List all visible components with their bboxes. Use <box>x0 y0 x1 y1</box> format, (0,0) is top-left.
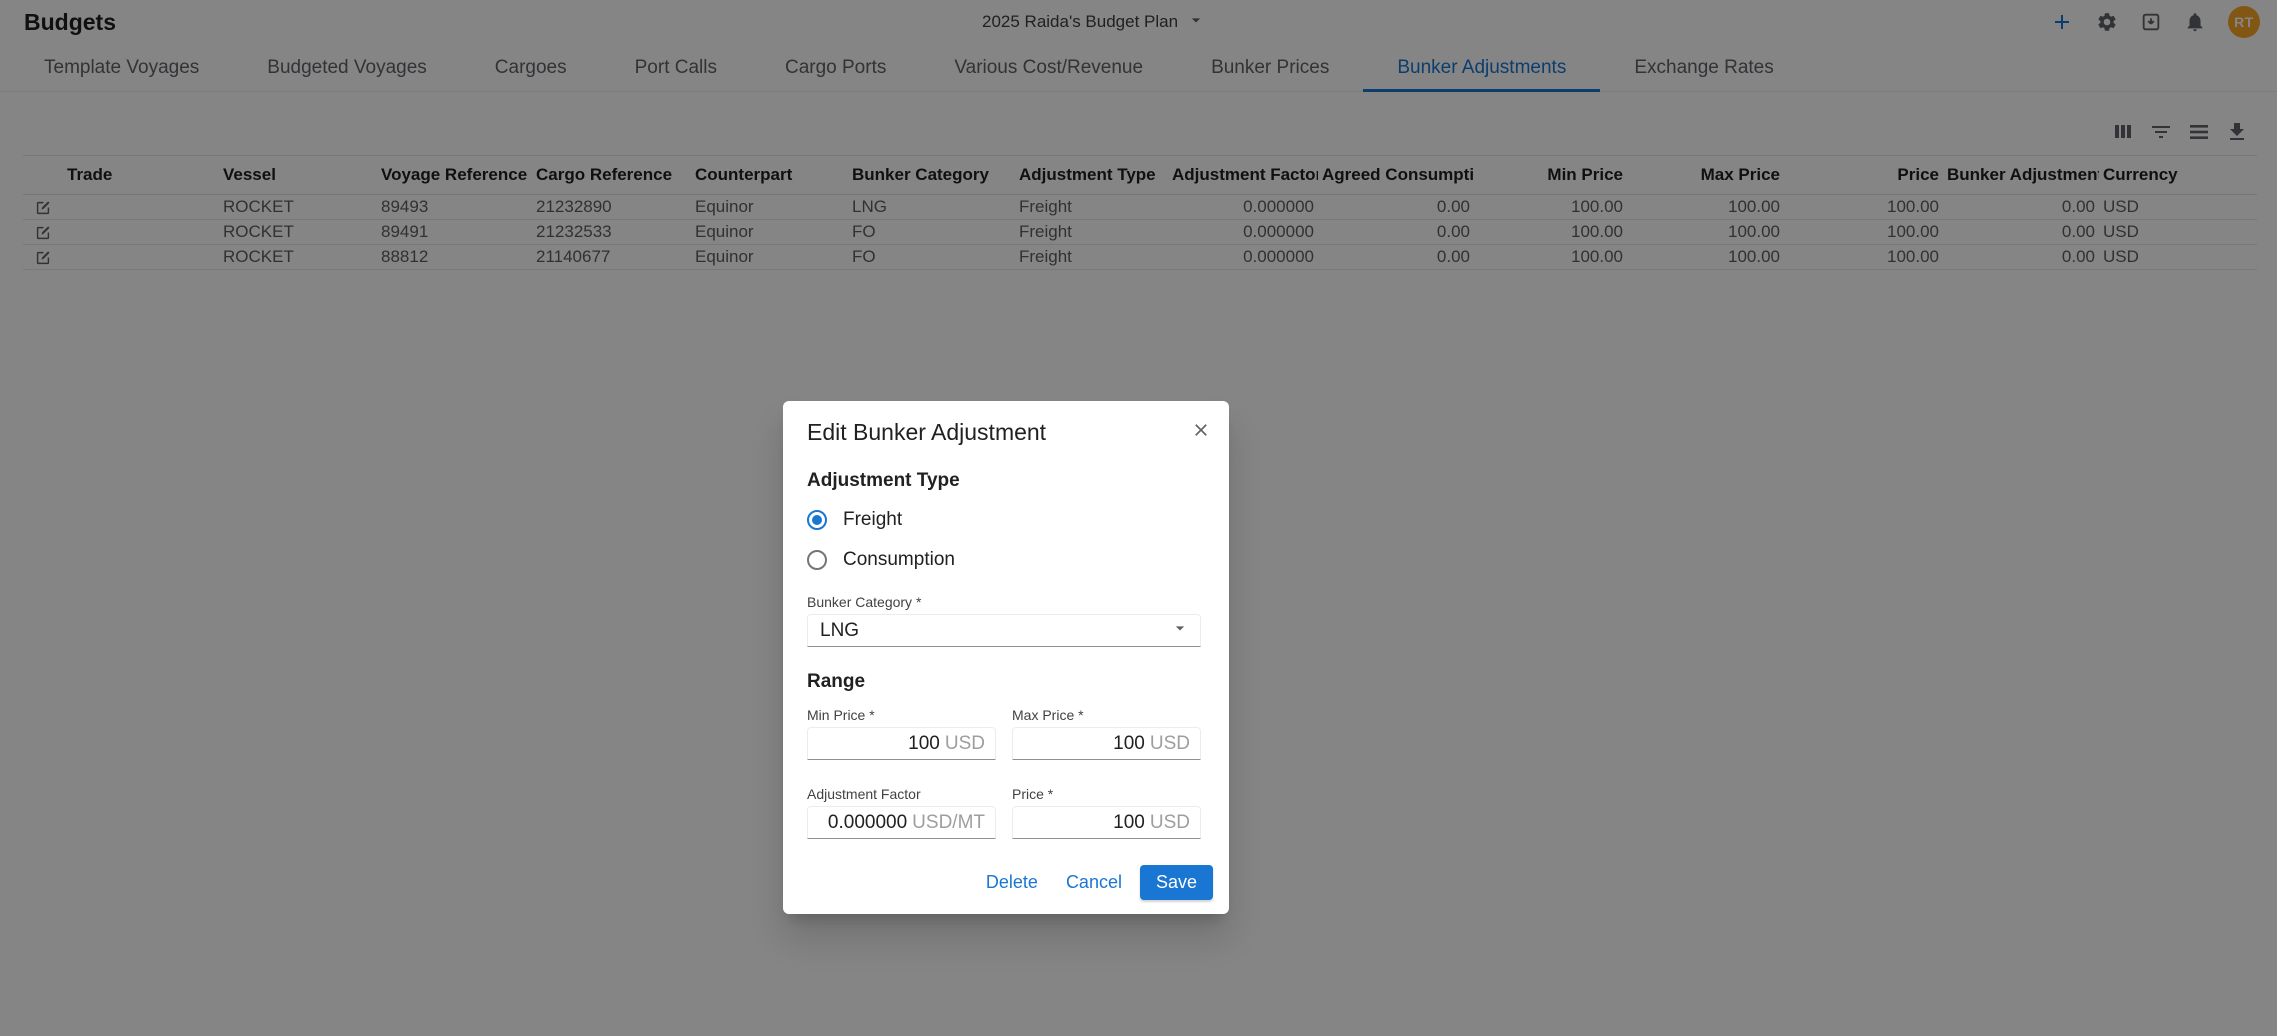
max-price-field: Max Price * 100 USD <box>1012 693 1201 760</box>
max-price-value: 100 <box>1113 733 1145 755</box>
dropdown-arrow-icon <box>1170 618 1190 644</box>
radio-label: Consumption <box>843 549 955 571</box>
adjustment-factor-input[interactable]: 0.000000 USD/MT <box>807 806 996 839</box>
radio-label: Freight <box>843 509 902 531</box>
range-heading: Range <box>807 671 1201 693</box>
bunker-category-label: Bunker Category * <box>807 594 1201 610</box>
price-label: Price * <box>1012 786 1201 802</box>
cancel-button[interactable]: Cancel <box>1056 866 1132 899</box>
close-icon <box>1191 420 1211 440</box>
min-price-label: Min Price * <box>807 707 996 723</box>
save-button[interactable]: Save <box>1140 865 1213 900</box>
price-input[interactable]: 100 USD <box>1012 806 1201 839</box>
max-price-unit: USD <box>1150 733 1190 755</box>
price-field: Price * 100 USD <box>1012 760 1201 839</box>
edit-bunker-adjustment-dialog: Edit Bunker Adjustment Adjustment Type F… <box>783 401 1229 914</box>
dialog-footer: Delete Cancel Save <box>783 839 1229 914</box>
adjustment-factor-field: Adjustment Factor 0.000000 USD/MT <box>807 760 996 839</box>
adjustment-factor-unit: USD/MT <box>912 812 985 834</box>
price-unit: USD <box>1150 812 1190 834</box>
delete-button[interactable]: Delete <box>976 866 1048 899</box>
adjustment-type-heading: Adjustment Type <box>807 470 1201 492</box>
min-price-input[interactable]: 100 USD <box>807 727 996 760</box>
min-price-field: Min Price * 100 USD <box>807 693 996 760</box>
min-price-unit: USD <box>945 733 985 755</box>
adjustment-factor-value: 0.000000 <box>828 812 907 834</box>
dialog-body: Adjustment Type Freight Consumption Bunke… <box>783 470 1229 839</box>
min-price-value: 100 <box>908 733 940 755</box>
max-price-label: Max Price * <box>1012 707 1201 723</box>
adjustment-factor-label: Adjustment Factor <box>807 786 996 802</box>
max-price-input[interactable]: 100 USD <box>1012 727 1201 760</box>
bunker-category-select[interactable]: LNG <box>807 614 1201 647</box>
dialog-header: Edit Bunker Adjustment <box>783 401 1229 446</box>
radio-option-freight[interactable]: Freight <box>807 508 1201 532</box>
radio-option-consumption[interactable]: Consumption <box>807 548 1201 572</box>
price-value: 100 <box>1113 812 1145 834</box>
close-button[interactable] <box>1191 420 1211 440</box>
bunker-category-value: LNG <box>820 620 859 642</box>
adjustment-type-radio-group: Freight Consumption <box>807 508 1201 572</box>
range-fields: Min Price * 100 USD Max Price * 100 USD … <box>807 693 1201 839</box>
dialog-title: Edit Bunker Adjustment <box>807 418 1046 446</box>
radio-selected-icon <box>807 510 827 530</box>
radio-unselected-icon <box>807 550 827 570</box>
